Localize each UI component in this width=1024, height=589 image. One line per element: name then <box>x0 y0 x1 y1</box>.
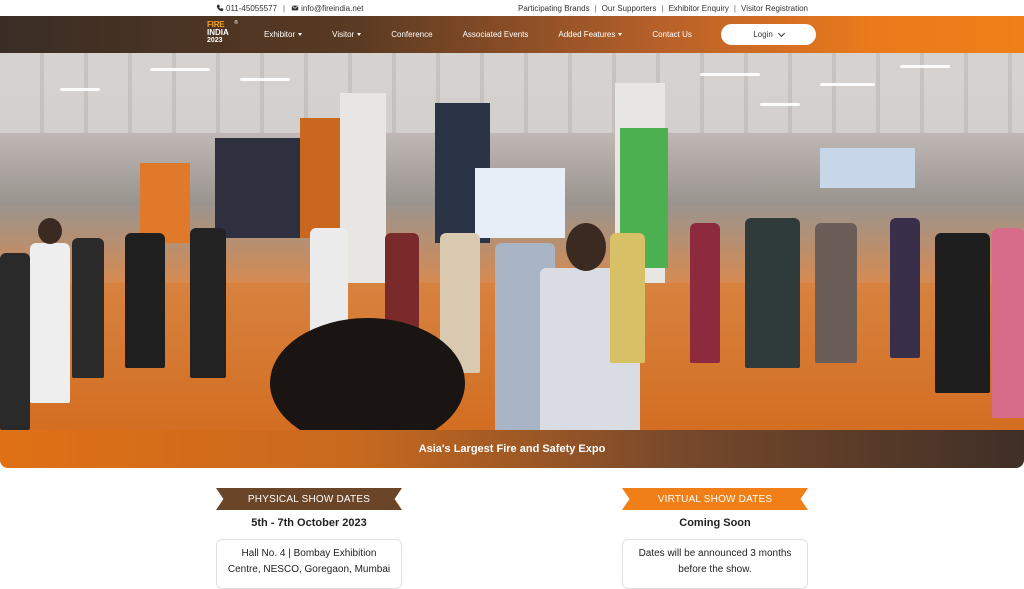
visitor-figure <box>190 228 226 378</box>
contact-info: 011-45055577 | info@fireindia.net <box>216 4 363 13</box>
divider: | <box>283 4 286 13</box>
ceiling-light <box>820 83 875 86</box>
caret-down-icon <box>618 33 623 36</box>
caret-down-icon <box>298 33 303 36</box>
participating-brands-link[interactable]: Participating Brands <box>518 4 590 13</box>
ceiling-light <box>760 103 800 106</box>
phone-icon <box>216 4 224 12</box>
divider: | <box>733 4 736 13</box>
visitor-figure <box>815 223 857 363</box>
nav-item-label: Contact Us <box>652 30 692 39</box>
visitor-figure <box>125 233 165 368</box>
exhibition-booth <box>300 118 340 238</box>
login-label: Login <box>753 30 773 39</box>
exhibition-booth <box>820 148 915 188</box>
hall-ceiling <box>0 53 1024 133</box>
registered-mark: ® <box>234 20 238 26</box>
main-navbar: FIRE INDIA 2023 ® Exhibitor Visitor Conf… <box>0 16 1024 53</box>
visitor-figure <box>690 223 720 363</box>
top-utility-bar: 011-45055577 | info@fireindia.net Partic… <box>0 0 1024 16</box>
physical-venue-box: Hall No. 4 | Bombay Exhibition Centre, N… <box>216 539 402 589</box>
visitor-figure <box>745 218 800 368</box>
caret-down-icon <box>357 33 362 36</box>
nav-item-added-features[interactable]: Added Features <box>558 30 623 39</box>
venue-line: Hall No. 4 | Bombay Exhibition <box>241 548 377 559</box>
envelope-icon <box>291 5 299 11</box>
divider: | <box>594 4 597 13</box>
physical-show-dates-ribbon: PHYSICAL SHOW DATES <box>216 488 402 510</box>
hero-tagline-bar: Asia's Largest Fire and Safety Expo <box>0 430 1024 468</box>
ceiling-light <box>900 65 950 68</box>
nav-item-label: Conference <box>391 30 433 39</box>
nav-menu: Exhibitor Visitor Conference Associated … <box>264 16 722 53</box>
visitor-figure <box>935 233 990 393</box>
ceiling-light <box>150 68 210 71</box>
virtual-show-dates-ribbon: VIRTUAL SHOW DATES <box>622 488 808 510</box>
nav-item-contact-us[interactable]: Contact Us <box>652 30 692 39</box>
ceiling-light <box>240 78 290 81</box>
login-button[interactable]: Login <box>721 24 816 45</box>
email-address: info@fireindia.net <box>301 4 364 13</box>
visitor-head <box>38 218 62 244</box>
hero-expo-photo <box>0 53 1024 430</box>
visitor-figure <box>30 243 70 403</box>
nav-item-conference[interactable]: Conference <box>391 30 432 39</box>
virtual-show-dates: Coming Soon <box>679 517 751 529</box>
physical-show-dates: 5th - 7th October 2023 <box>251 517 367 529</box>
visitor-figure <box>610 233 645 363</box>
divider: | <box>661 4 664 13</box>
visitor-figure <box>992 228 1024 418</box>
chevron-down-icon <box>777 29 785 37</box>
visitor-head <box>566 223 606 271</box>
logo-text-year: 2023 <box>207 37 223 44</box>
exhibitor-enquiry-link[interactable]: Exhibitor Enquiry <box>668 4 728 13</box>
phone-link[interactable]: 011-45055577 <box>216 4 277 13</box>
email-link[interactable]: info@fireindia.net <box>291 4 363 13</box>
virtual-note-box: Dates will be announced 3 months before … <box>622 539 808 589</box>
exhibition-booth <box>140 163 190 243</box>
phone-number: 011-45055577 <box>226 4 278 13</box>
nav-item-associated-events[interactable]: Associated Events <box>463 30 529 39</box>
exhibition-booth <box>475 168 565 238</box>
visitor-figure <box>0 253 30 430</box>
visitor-figure <box>890 218 920 358</box>
logo-text-india: INDIA <box>207 28 229 37</box>
our-supporters-link[interactable]: Our Supporters <box>602 4 657 13</box>
nav-item-label: Added Features <box>558 30 616 39</box>
ceiling-light <box>700 73 760 76</box>
ribbon-label: PHYSICAL SHOW DATES <box>247 493 371 505</box>
nav-item-label: Associated Events <box>462 30 529 39</box>
nav-item-label: Exhibitor <box>264 30 296 39</box>
note-line: Dates will be announced 3 months <box>638 548 792 559</box>
fire-india-logo[interactable]: FIRE INDIA 2023 ® <box>207 20 238 49</box>
ceiling-light <box>60 88 100 91</box>
hero-tagline: Asia's Largest Fire and Safety Expo <box>418 443 606 455</box>
nav-item-exhibitor[interactable]: Exhibitor <box>264 30 303 39</box>
visitor-registration-link[interactable]: Visitor Registration <box>741 4 808 13</box>
ribbon-label: VIRTUAL SHOW DATES <box>657 493 773 505</box>
nav-item-visitor[interactable]: Visitor <box>332 30 362 39</box>
top-links: Participating Brands | Our Supporters | … <box>518 4 808 13</box>
nav-item-label: Visitor <box>332 30 355 39</box>
visitor-figure <box>72 238 104 378</box>
exhibition-booth <box>215 138 305 238</box>
